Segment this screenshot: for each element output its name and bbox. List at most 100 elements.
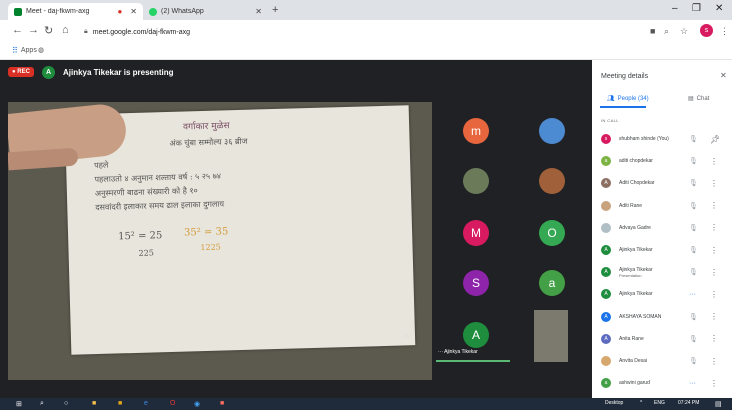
participant-row[interactable]: A Ajinkya Tikekar ··· ⋮	[592, 283, 732, 305]
task-view-icon[interactable]: ○	[64, 400, 68, 407]
opera-icon[interactable]: O	[170, 400, 175, 407]
mic-muted-icon[interactable]: 🎙︎	[689, 268, 698, 276]
participant-name-text: Anita Rane	[619, 335, 644, 342]
presenting-bar: ● REC A Ajinkya Tikekar is presenting	[0, 60, 592, 84]
forward-icon[interactable]: →	[28, 24, 39, 36]
tab-whatsapp[interactable]: (2) WhatsApp ✕	[143, 3, 268, 20]
clock[interactable]: 07:24 PM	[678, 400, 699, 406]
chrome-bookmark-icon[interactable]: ◍	[38, 46, 44, 54]
participant-photo[interactable]	[463, 168, 489, 194]
participant-row[interactable]: s shubham shinde (You) 🎙︎ 📌︎	[592, 128, 732, 150]
participant-row[interactable]: a aditi chopdekar 🎙︎ ⋮	[592, 150, 732, 172]
participant-name: Advaya Gadre	[619, 225, 651, 231]
participant-row[interactable]: A AKSHAYA SOMAN 🎙︎ ⋮	[592, 306, 732, 328]
shared-label: AV	[403, 334, 411, 340]
paper-line: अनुस्मरणी बाढना संख्यारी को है १०	[94, 186, 198, 199]
whatsapp-favicon-icon	[149, 7, 157, 16]
more-options-icon[interactable]: ⋮	[710, 290, 718, 299]
maximize-button[interactable]: ❐	[692, 3, 701, 14]
participant-avatar	[601, 200, 611, 211]
rec-badge: ● REC	[8, 67, 34, 77]
chrome-icon[interactable]: ◉	[194, 400, 200, 408]
search-icon[interactable]: ⌕	[40, 400, 44, 408]
more-options-icon[interactable]: ⋮	[710, 379, 718, 388]
mic-muted-icon[interactable]: 🎙︎	[689, 313, 698, 321]
speaking-dots-icon[interactable]: ···	[689, 380, 696, 387]
mic-muted-icon[interactable]: 🎙︎	[689, 157, 698, 165]
more-options-icon[interactable]: ⋮	[710, 157, 718, 166]
mic-muted-icon[interactable]: 🎙︎	[689, 246, 698, 254]
tab-chat[interactable]: ▤ Chat	[688, 95, 709, 103]
url-text: meet.google.com/daj-fkwm-axg	[92, 28, 190, 36]
new-tab-button[interactable]: +	[272, 4, 278, 16]
bookmarks-bar: ⠿ Apps ◍	[0, 42, 732, 60]
minimize-button[interactable]: –	[672, 3, 678, 14]
mic-muted-icon[interactable]: 🎙︎	[689, 202, 698, 210]
zoom-icon[interactable]: ⌕	[664, 26, 669, 37]
participant-camera-tile[interactable]	[534, 310, 568, 362]
file-explorer-icon[interactable]: ■	[92, 400, 96, 407]
back-icon[interactable]: ←	[12, 24, 23, 36]
more-options-icon[interactable]: ⋮	[710, 223, 718, 232]
more-options-icon[interactable]: ⋮	[710, 201, 718, 210]
participant-row[interactable]: A Anita Rane 🎙︎ ⋮	[592, 328, 732, 350]
participant-row[interactable]: A Ajinkya Tikekar 🎙︎ ⋮	[592, 239, 732, 261]
participant-photo[interactable]	[539, 118, 565, 144]
app-icon[interactable]: ■	[220, 400, 224, 407]
participant-row[interactable]: Advaya Gadre 🎙︎ ⋮	[592, 217, 732, 239]
participant-row[interactable]: A Ajinkya Tikekar Presentation 🎙︎ ⋮	[592, 261, 732, 283]
language-indicator[interactable]: ENG	[654, 400, 665, 406]
tab-people[interactable]: 👥︎ People (34)	[607, 95, 649, 103]
notification-icon[interactable]: ▤	[715, 400, 722, 408]
close-tab-icon[interactable]: ✕	[255, 7, 262, 16]
more-options-icon[interactable]: ⋮	[710, 268, 718, 277]
more-options-icon[interactable]: ⋮	[710, 357, 718, 366]
participant-name: Anvita Desai	[619, 358, 647, 364]
camera-icon[interactable]: ■	[650, 26, 655, 36]
profile-avatar[interactable]: s	[700, 24, 713, 37]
participant-photo[interactable]	[539, 168, 565, 194]
close-tab-icon[interactable]: ✕	[130, 7, 137, 16]
pin-icon[interactable]: 📌︎	[710, 135, 720, 144]
desktop-label[interactable]: Desktop	[605, 400, 623, 406]
mic-muted-icon[interactable]: 🎙︎	[689, 224, 698, 232]
participant-avatar[interactable]: O	[539, 220, 565, 246]
menu-icon[interactable]: ⋮	[720, 26, 729, 37]
more-options-icon[interactable]: ⋮	[710, 312, 718, 321]
participant-avatar[interactable]: M	[463, 220, 489, 246]
participant-row[interactable]: a ashwini garud ··· ⋮	[592, 372, 732, 394]
more-options-icon[interactable]: ⋮	[710, 334, 718, 343]
participant-avatar[interactable]: m	[463, 118, 489, 144]
mic-muted-icon[interactable]: 🎙︎	[689, 135, 698, 143]
star-icon[interactable]: ☆	[680, 26, 688, 37]
edge-icon[interactable]: e	[144, 400, 148, 407]
address-bar[interactable]: 🔒︎ meet.google.com/daj-fkwm-axg	[84, 25, 614, 39]
close-window-button[interactable]: ✕	[715, 3, 723, 14]
participant-row[interactable]: A Aditi Chopdekar 🎙︎ ⋮	[592, 172, 732, 194]
participant-row[interactable]: Anvita Desai 🎙︎ ⋮	[592, 350, 732, 372]
speaking-dots-icon[interactable]: ···	[689, 291, 696, 298]
mic-muted-icon[interactable]: 🎙︎	[689, 179, 698, 187]
windows-start-icon[interactable]: ⊞	[16, 400, 22, 408]
more-options-icon[interactable]: ⋮	[710, 246, 718, 255]
participant-name-text: Anvita Desai	[619, 358, 648, 364]
participant-name-text: ashwini garud	[619, 380, 650, 387]
mic-muted-icon[interactable]: 🎙︎	[689, 335, 698, 343]
participant-avatar[interactable]: A	[463, 322, 489, 348]
tray-chevron-icon[interactable]: ^	[640, 400, 642, 406]
participant-avatar: A	[601, 333, 611, 344]
app-icon[interactable]: ■	[118, 400, 122, 407]
participant-avatar[interactable]: a	[539, 270, 565, 296]
close-panel-icon[interactable]: ✕	[720, 71, 727, 80]
more-options-icon[interactable]: ⋮	[710, 179, 718, 188]
participant-row[interactable]: Aditi Rane 🎙︎ ⋮	[592, 195, 732, 217]
participant-avatar[interactable]: S	[463, 270, 489, 296]
paper-math: 35² = 35	[183, 226, 229, 239]
tab-meet[interactable]: Meet - daj-fkwm-axg ● ✕	[8, 3, 143, 20]
reload-icon[interactable]: ↻	[44, 24, 53, 37]
recording-dot-icon: ●	[117, 7, 123, 16]
apps-bookmark[interactable]: ⠿ Apps	[12, 46, 37, 55]
home-icon[interactable]: ⌂	[62, 24, 69, 36]
participant-name: Aditi Rane	[619, 203, 642, 209]
mic-muted-icon[interactable]: 🎙︎	[689, 357, 698, 365]
